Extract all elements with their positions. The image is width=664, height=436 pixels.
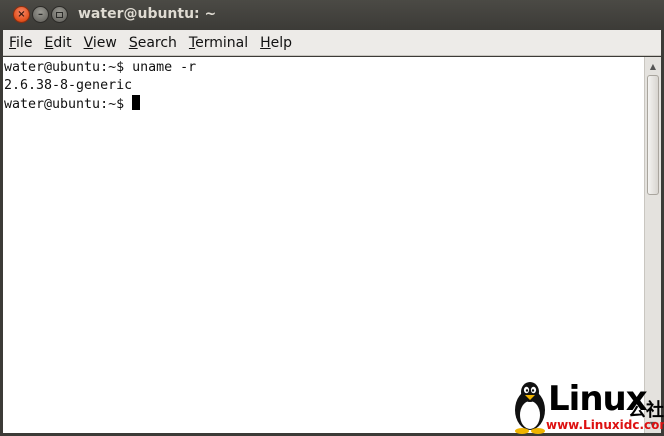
menu-file-label: ile: [16, 34, 33, 51]
menu-view-label: iew: [92, 34, 117, 51]
terminal-line: water@ubuntu:~$ uname -r: [4, 60, 197, 75]
linuxidc-watermark: Linux 公社 www.Linuxidc.com: [510, 378, 664, 436]
menu-edit-label: dit: [53, 34, 72, 51]
text-cursor: [132, 95, 141, 110]
minimize-icon: –: [38, 8, 43, 20]
menu-view-mnemonic: V: [83, 34, 93, 51]
menu-file[interactable]: File: [9, 35, 32, 51]
menu-search-mnemonic: S: [128, 34, 138, 51]
terminal-prompt: water@ubuntu:~$: [4, 97, 125, 112]
maximize-button[interactable]: [51, 6, 68, 23]
menu-edit[interactable]: Edit: [44, 35, 71, 51]
menu-help-mnemonic: H: [260, 34, 271, 51]
menu-search-label: earch: [137, 34, 177, 51]
vertical-scrollbar[interactable]: ▲ ▼: [644, 57, 661, 433]
menu-help-label: elp: [270, 34, 293, 51]
watermark-url: www.Linuxidc.com: [546, 418, 664, 432]
scrollbar-thumb[interactable]: [647, 75, 659, 195]
menu-view[interactable]: View: [84, 35, 117, 51]
minimize-button[interactable]: –: [32, 6, 49, 23]
terminal-window: × – water@ubuntu: ~ File Edit View Searc…: [0, 0, 664, 436]
maximize-icon: [56, 11, 63, 18]
menu-bar: File Edit View Search Terminal Help: [3, 30, 661, 56]
menu-file-mnemonic: F: [9, 34, 17, 51]
menu-terminal-label: erminal: [195, 34, 249, 51]
window-title: water@ubuntu: ~: [78, 6, 217, 22]
scroll-up-arrow-icon[interactable]: ▲: [645, 59, 661, 73]
tux-penguin-icon: [515, 382, 545, 434]
terminal-prompt-line: water@ubuntu:~$: [4, 95, 644, 113]
close-button[interactable]: ×: [13, 6, 30, 23]
menu-search[interactable]: Search: [129, 35, 177, 51]
title-bar[interactable]: × – water@ubuntu: ~: [0, 0, 664, 30]
close-icon: ×: [17, 8, 26, 20]
menu-terminal[interactable]: Terminal: [189, 35, 248, 51]
terminal-line: 2.6.38-8-generic: [4, 78, 133, 93]
terminal-output[interactable]: water@ubuntu:~$ uname -r 2.6.38-8-generi…: [3, 57, 644, 433]
menu-edit-mnemonic: E: [44, 34, 54, 51]
menu-help[interactable]: Help: [260, 35, 292, 51]
